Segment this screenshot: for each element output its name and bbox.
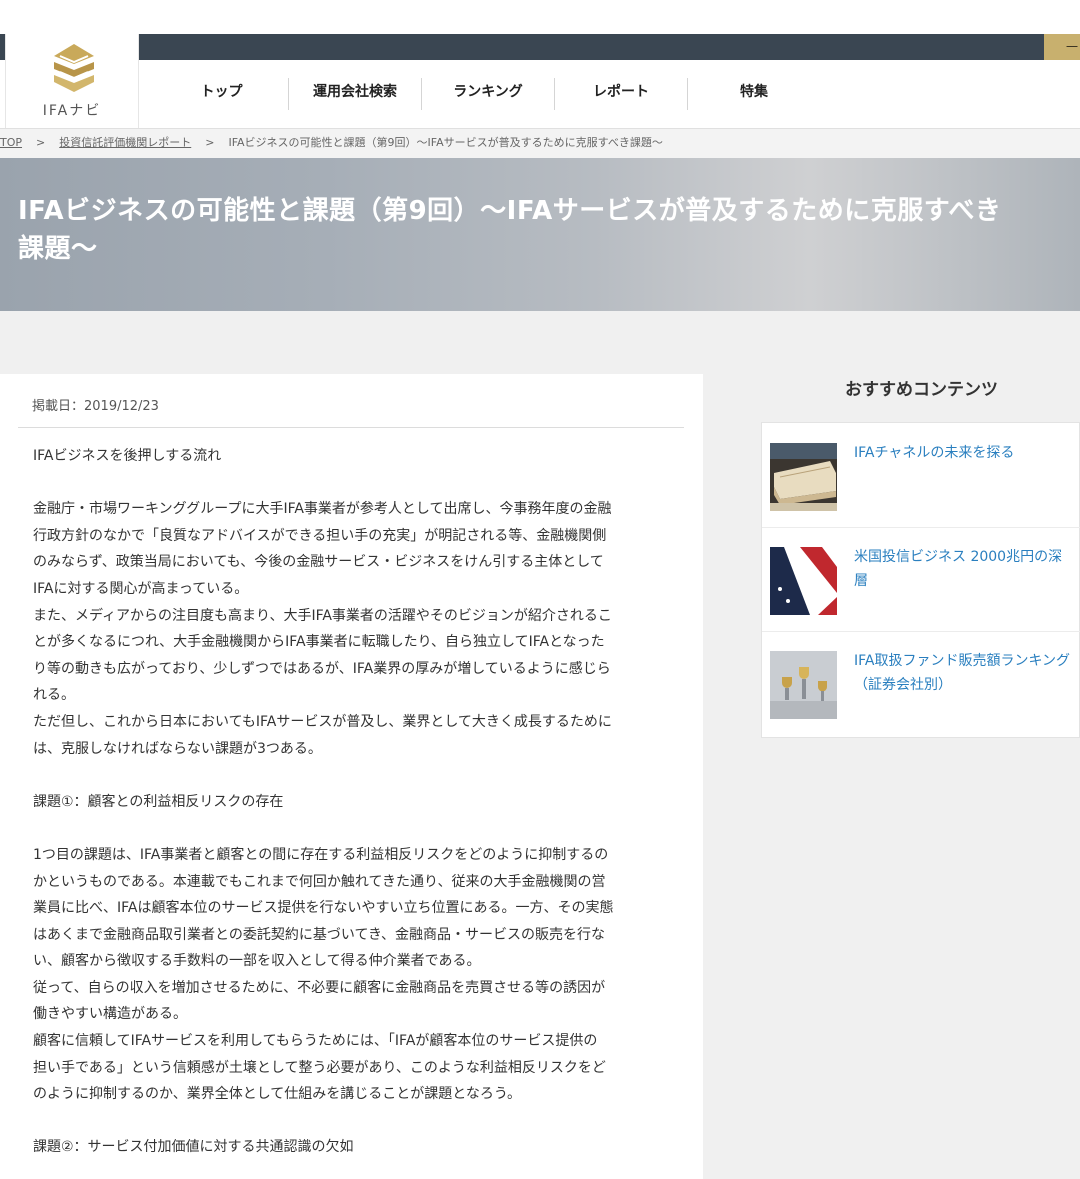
- article-line: はあくまで金融商品取引業者との委託契約に基づいてき、金融商品・サービスの販売を行…: [33, 926, 606, 943]
- article-line: れる。: [33, 687, 75, 704]
- article-line: 業員に比べ、IFAは顧客本位のサービス提供を行ないやすい立ち位置にある。一方、そ…: [33, 900, 614, 917]
- thumbnail-book-image: [770, 443, 837, 511]
- article-line: IFAビジネスを後押しする流れ: [33, 448, 222, 464]
- recommended-list: IFAチャネルの未来を探る 米国投信ビジネス 2000兆円の深層 IFA取扱ファ…: [761, 422, 1080, 738]
- article-line: 課題①：顧客との利益相反リスクの存在: [33, 793, 284, 810]
- breadcrumb: TOP > 投資信託評価機関レポート > IFAビジネスの可能性と課題（第9回）～IFA…: [0, 128, 1080, 159]
- recommended-item[interactable]: IFAチャネルの未来を探る: [762, 423, 1080, 528]
- article-line: 金融庁・市場ワーキンググループに大手IFA事業者が参考人として出席し、今事務年度…: [33, 501, 612, 518]
- header-gold-tab[interactable]: 一: [1044, 34, 1080, 60]
- publish-date: 掲載日：2019/12/23: [32, 399, 159, 414]
- main-nav: トップ 運用会社検索 ランキング レポート 特集: [155, 78, 820, 112]
- article-line: かというものである。本連載でもこれまで何回か触れてきた通り、従来の大手金融機関の…: [33, 873, 606, 890]
- article-body: IFAビジネスを後押しする流れ金融庁・市場ワーキンググループに大手IFA事業者が…: [33, 443, 673, 1161]
- divider: [18, 427, 684, 428]
- ifa-logo-icon: [54, 44, 94, 92]
- recommended-link-1[interactable]: IFAチャネルの未来を探る: [854, 441, 1074, 465]
- recommended-link-3[interactable]: IFA取扱ファンド販売額ランキング（証券会社別）: [854, 649, 1074, 697]
- article-line: 1つ目の課題は、IFA事業者と顧客との間に存在する利益相反リスクをどのように抑制…: [33, 846, 609, 863]
- thumbnail-trophies-image: [770, 651, 837, 719]
- recommended-item[interactable]: IFA取扱ファンド販売額ランキング（証券会社別）: [762, 631, 1080, 735]
- nav-item-company-search[interactable]: 運用会社検索: [288, 78, 421, 110]
- recommended-item[interactable]: 米国投信ビジネス 2000兆円の深層: [762, 527, 1080, 632]
- thumbnail-us-flag-image: [770, 547, 837, 615]
- article-line: り等の動きも広がっており、少しずつではあるが、IFA業界の厚みが増しているように…: [33, 660, 611, 677]
- page-title: IFAビジネスの可能性と課題（第9回）～IFAサービスが普及するために克服すべき…: [18, 192, 1080, 268]
- article-line: 働きやすい構造がある。: [33, 1006, 187, 1023]
- article-line: のみならず、政策当局においても、今後の金融サービス・ビジネスをけん引する主体とし…: [33, 554, 604, 571]
- breadcrumb-separator: >: [205, 136, 215, 149]
- site-logo[interactable]: IFAナビ: [5, 34, 139, 128]
- nav-item-ranking[interactable]: ランキング: [421, 78, 554, 110]
- article-line: また、メディアからの注目度も高まり、大手IFA事業者の活躍やそのビジョンが紹介さ…: [33, 607, 612, 624]
- nav-item-feature[interactable]: 特集: [687, 78, 820, 110]
- breadcrumb-home-link[interactable]: TOP: [0, 136, 22, 149]
- article-line: は、克服しなければならない課題が3つある。: [33, 740, 322, 757]
- article-line: 顧客に信頼してIFAサービスを利用してもらうためには、「IFAが顧客本位のサービ…: [33, 1033, 598, 1050]
- breadcrumb-current: IFAビジネスの可能性と課題（第9回）～IFAサービスが普及するために克服すべき…: [228, 136, 663, 149]
- breadcrumb-category-link[interactable]: 投資信託評価機関レポート: [59, 136, 191, 149]
- browser-top-strip: [0, 0, 1080, 35]
- page-title-line-1: IFAビジネスの可能性と課題（第9回）～IFAサービスが普及するために克服すべき: [18, 196, 1002, 226]
- nav-item-report[interactable]: レポート: [554, 78, 687, 110]
- header-dark-bar: [137, 34, 1080, 60]
- article-line: とが多くなるにつれ、大手金融機関からIFA事業者に転職したり、自ら独立してIFA…: [33, 634, 605, 651]
- sidebar-title: おすすめコンテンツ: [845, 380, 998, 400]
- breadcrumb-separator: >: [36, 136, 46, 149]
- article-line: のように抑制するのか、業界全体として仕組みを講じることが課題となろう。: [33, 1086, 522, 1103]
- recommended-link-2[interactable]: 米国投信ビジネス 2000兆円の深層: [854, 545, 1074, 593]
- logo-text: IFAナビ: [42, 103, 102, 119]
- article-line: い、顧客から徴収する手数料の一部を収入として得る仲介業者である。: [33, 953, 481, 970]
- article-line: ただ但し、これから日本においてもIFAサービスが普及し、業界として大きく成長する…: [33, 713, 612, 730]
- article-line: 担い手である」という信頼感が土壌として整う必要があり、このような利益相反リスクを…: [33, 1059, 606, 1076]
- hero-banner: IFAビジネスの可能性と課題（第9回）～IFAサービスが普及するために克服すべき…: [0, 158, 1080, 311]
- article-line: IFAに対する関心が高まっている。: [33, 580, 249, 597]
- article-line: 行政方針のなかで「良質なアドバイスができる担い手の充実」が明記される等、金融機関…: [33, 527, 607, 544]
- article-line: 課題②：サービス付加価値に対する共通認識の欠如: [33, 1139, 354, 1156]
- article-line: 従って、自らの収入を増加させるために、不必要に顧客に金融商品を売買させる等の誘因…: [33, 979, 606, 996]
- page-title-line-2: 課題～: [18, 234, 98, 264]
- nav-item-top[interactable]: トップ: [155, 78, 288, 110]
